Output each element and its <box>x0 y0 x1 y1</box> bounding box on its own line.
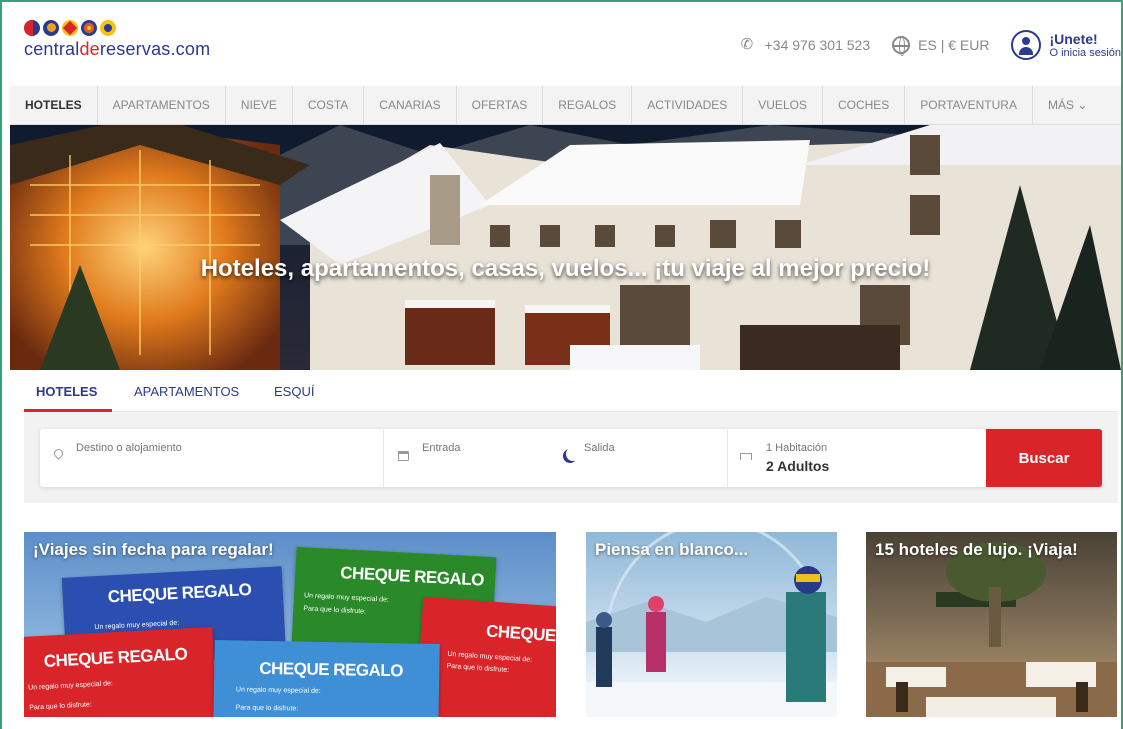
promo-title: 15 hoteles de lujo. ¡Viaja! <box>875 540 1078 559</box>
rooms-label: 1 Habitación <box>766 442 828 454</box>
location-pin-icon <box>52 447 65 460</box>
header-contact: ✆ +34 976 301 523 ES | € EUR ¡Unete! O i… <box>741 30 1121 60</box>
globe-icon[interactable] <box>892 36 911 56</box>
tab-apartamentos[interactable]: APARTAMENTOS <box>134 384 239 399</box>
hero-title: Hoteles, apartamentos, casas, vuelos... … <box>200 255 931 282</box>
search-tabs: HOTELES APARTAMENTOS ESQUÍ <box>24 370 1118 412</box>
brand-part-1: central <box>24 39 80 59</box>
gift-card-title: CHEQUE REGALO <box>259 658 404 681</box>
gift-card-title-short: CHEQUE <box>485 621 556 646</box>
hero-banner: Hoteles, apartamentos, casas, vuelos... … <box>10 125 1121 370</box>
guests-field[interactable]: 1 Habitación 2 Adultos <box>728 429 986 487</box>
checkin-label: Entrada <box>422 442 461 454</box>
login-link[interactable]: ¡Unete! O inicia sesión <box>1049 31 1121 60</box>
phone-number[interactable]: +34 976 301 523 <box>765 37 871 53</box>
nav-item-vuelos[interactable]: VUELOS <box>743 85 823 125</box>
search-panel: HOTELES APARTAMENTOS ESQUÍ Destino o alo… <box>24 370 1118 503</box>
chevron-down-icon: ⌄ <box>1077 97 1088 112</box>
gift-card-line2: Para que lo disfrute: <box>29 701 93 712</box>
nav-item-portaventura[interactable]: PORTAVENTURA <box>905 85 1033 125</box>
nav-item-nieve[interactable]: NIEVE <box>226 85 293 125</box>
nav-item-canarias[interactable]: CANARIAS <box>364 85 457 125</box>
checkout-field[interactable]: Salida <box>554 429 728 487</box>
nav-item-actividades[interactable]: ACTIVIDADES <box>632 85 744 125</box>
logo-dot-5 <box>100 20 116 36</box>
brand-name: centraldereservas.com <box>24 39 210 60</box>
nav-item-apartamentos[interactable]: APARTAMENTOS <box>98 85 226 125</box>
promo-gift-vouchers[interactable]: CHEQUE REGALO Un regalo muy especial de:… <box>24 532 556 717</box>
brand-part-3: reservas.com <box>99 39 211 59</box>
join-subtitle: O inicia sesión <box>1049 46 1121 59</box>
locale-selector[interactable]: ES | € EUR <box>918 37 989 53</box>
gift-card-line2: Para que lo disfrute: <box>235 704 299 713</box>
logo-dot-2 <box>43 20 59 36</box>
promo-title: Piensa en blanco... <box>595 540 749 559</box>
nav-item-coches[interactable]: COCHES <box>823 85 906 125</box>
tab-hoteles[interactable]: HOTELES <box>36 384 97 399</box>
site-header: centraldereservas.com ✆ +34 976 301 523 … <box>10 12 1121 86</box>
gift-card-line1: Un regalo muy especial de: <box>447 650 533 664</box>
gift-card-title: CHEQUE REGALO <box>43 644 188 671</box>
gift-card-light-blue: CHEQUE REGALO Un regalo muy especial de:… <box>213 640 440 717</box>
gift-card-title: CHEQUE REGALO <box>107 579 252 607</box>
promo-title: ¡Viajes sin fecha para regalar! <box>33 540 274 559</box>
gift-card-red-left: CHEQUE REGALO Un regalo muy especial de:… <box>24 626 218 717</box>
search-form: Destino o alojamiento Entrada Salida 1 H… <box>40 429 1102 487</box>
nav-item-hoteles[interactable]: HOTELES <box>10 85 98 125</box>
hero-image <box>10 125 1121 370</box>
logo-dot-3 <box>62 20 78 36</box>
active-tab-indicator <box>24 409 112 412</box>
promo-luxury-hotels[interactable]: 15 hoteles de lujo. ¡Viaja! <box>866 532 1117 717</box>
destination-field[interactable]: Destino o alojamiento <box>40 429 384 487</box>
tab-esqui[interactable]: ESQUÍ <box>274 384 314 399</box>
calendar-icon <box>398 451 409 461</box>
bed-icon <box>740 453 752 460</box>
gift-card-line2: Para que lo disfrute: <box>303 605 367 616</box>
brand-part-2: de <box>79 39 100 59</box>
gift-card-title: CHEQUE REGALO <box>339 563 485 590</box>
gift-card-line1: Un regalo muy especial de: <box>235 686 321 695</box>
gift-card-line1: Un regalo muy especial de: <box>303 592 389 604</box>
guests-value: 2 Adultos <box>766 458 830 474</box>
destination-placeholder: Destino o alojamiento <box>76 442 182 454</box>
logo-dot-4 <box>81 20 97 36</box>
checkout-label: Salida <box>584 442 615 454</box>
logo-dots <box>24 20 210 36</box>
gift-card-line2: Para que lo disfrute: <box>446 662 510 675</box>
checkin-field[interactable]: Entrada <box>384 429 554 487</box>
search-button[interactable]: Buscar <box>986 429 1102 487</box>
gift-card-line1: Un regalo muy especial de: <box>28 680 114 692</box>
main-nav: HOTELES APARTAMENTOS NIEVE COSTA CANARIA… <box>10 85 1121 125</box>
nav-item-mas[interactable]: MÁS ⌄ <box>1033 86 1102 125</box>
logo-dot-1 <box>24 20 40 36</box>
nav-item-costa[interactable]: COSTA <box>293 85 365 125</box>
phone-icon: ✆ <box>740 36 754 53</box>
site-logo[interactable]: centraldereservas.com <box>24 20 210 60</box>
promo-snow[interactable]: Piensa en blanco... <box>586 532 837 717</box>
nav-item-mas-label: MÁS <box>1047 97 1074 112</box>
nav-item-ofertas[interactable]: OFERTAS <box>457 85 544 125</box>
moon-icon <box>566 447 580 461</box>
nav-item-regalos[interactable]: REGALOS <box>543 85 633 125</box>
user-icon[interactable] <box>1011 30 1042 60</box>
join-title: ¡Unete! <box>1049 30 1098 47</box>
